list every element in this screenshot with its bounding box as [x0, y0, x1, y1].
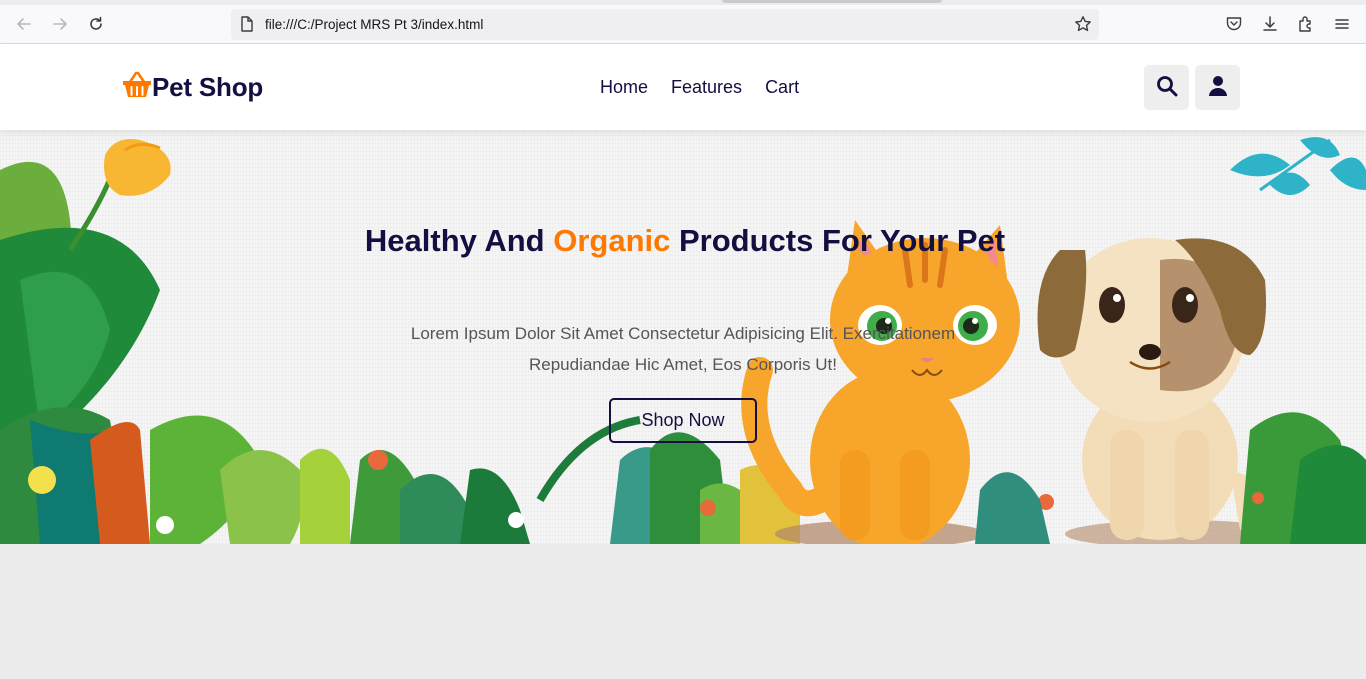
hero-title-part2: Products For Your Pet	[670, 223, 1006, 258]
nav-home[interactable]: Home	[600, 77, 648, 98]
search-icon	[1156, 75, 1178, 101]
hero-subtitle: Lorem Ipsum Dolor Sit Amet Consectetur A…	[410, 324, 956, 374]
hero-title-accent: Organic	[553, 223, 671, 258]
pocket-icon[interactable]	[1223, 13, 1245, 35]
browser-toolbar: file:///C:/Project MRS Pt 3/index.html	[0, 0, 1366, 44]
site-header: Pet Shop Home Features Cart	[0, 44, 1366, 130]
menu-icon[interactable]	[1331, 13, 1353, 35]
download-icon[interactable]	[1259, 13, 1281, 35]
url-bar[interactable]: file:///C:/Project MRS Pt 3/index.html	[231, 9, 1099, 40]
url-text: file:///C:/Project MRS Pt 3/index.html	[265, 17, 484, 32]
active-tab-indicator	[722, 0, 942, 3]
back-icon[interactable]	[13, 13, 35, 35]
reload-icon[interactable]	[85, 13, 107, 35]
hero-title: Healthy And Organic Products For Your Pe…	[360, 218, 1010, 264]
bookmark-star-icon[interactable]	[1074, 15, 1092, 37]
hero-title-part1: Healthy And	[364, 223, 554, 258]
logo-link[interactable]: Pet Shop	[122, 71, 263, 103]
user-button[interactable]	[1195, 65, 1240, 110]
basket-icon	[122, 71, 152, 103]
logo-text: Pet Shop	[152, 71, 264, 102]
extensions-icon[interactable]	[1295, 13, 1317, 35]
nav-features[interactable]: Features	[671, 77, 742, 98]
forward-icon[interactable]	[49, 13, 71, 35]
main-nav: Home Features Cart	[600, 77, 799, 98]
shop-now-button[interactable]: Shop Now	[609, 398, 757, 443]
page-icon	[240, 16, 254, 36]
nav-cart[interactable]: Cart	[765, 77, 799, 98]
search-button[interactable]	[1144, 65, 1189, 110]
tab-strip	[0, 0, 1366, 5]
user-icon	[1208, 75, 1228, 101]
hero-section: Healthy And Organic Products For Your Pe…	[0, 130, 1366, 544]
